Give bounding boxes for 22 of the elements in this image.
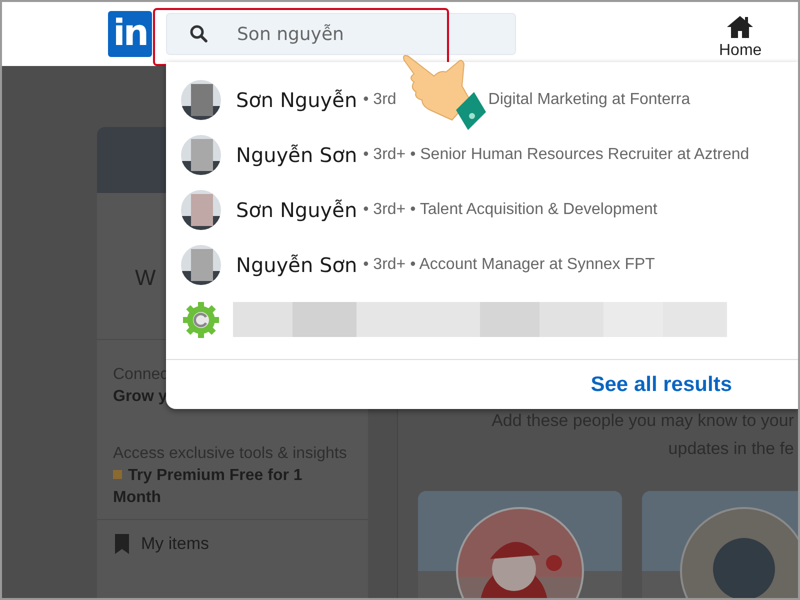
result-details: • 3rd [363, 90, 396, 108]
nav-item[interactable]: Home [719, 14, 762, 60]
result-name: Nguyễn Sơn [236, 142, 358, 166]
result-details: • 3rd+ • Senior Human Resources Recruiter at Aztrend [363, 146, 750, 164]
search-result[interactable]: Sơn Nguyễn • 3rd+ • Talent Acquisition & Development [166, 182, 798, 237]
result-name: Nguyễn Sơn [236, 252, 358, 276]
search-result[interactable]: Sơn Nguyễn • 3rd Digital Marketing at Fonterra [166, 72, 798, 127]
see-all-results-link[interactable]: See all results [590, 372, 732, 396]
gear-icon [181, 300, 221, 340]
search-field[interactable]: Son nguyễn [166, 13, 516, 55]
search-query: Son nguyễn [237, 24, 344, 44]
home-icon [726, 14, 754, 38]
logo[interactable]: in [108, 11, 152, 57]
search-result[interactable]: Nguyễn Sơn • 3rd+ • Senior Human Resources Recruiter at Aztrend [166, 127, 798, 182]
result-details: • 3rd+ • Talent Acquisition & Development [363, 200, 658, 218]
result-name: Sơn Nguyễn [236, 198, 358, 222]
bookmark-icon [115, 534, 129, 554]
search-icon [189, 24, 209, 44]
result-details: Digital Marketing at Fonterra [488, 90, 690, 108]
search-result[interactable]: Nguyễn Sơn • 3rd+ • Account Manager at Synnex FPT [166, 237, 798, 292]
result-name: Sơn Nguyễn [236, 88, 358, 112]
result-details: • 3rd+ • Account Manager at Synnex FPT [363, 256, 655, 274]
